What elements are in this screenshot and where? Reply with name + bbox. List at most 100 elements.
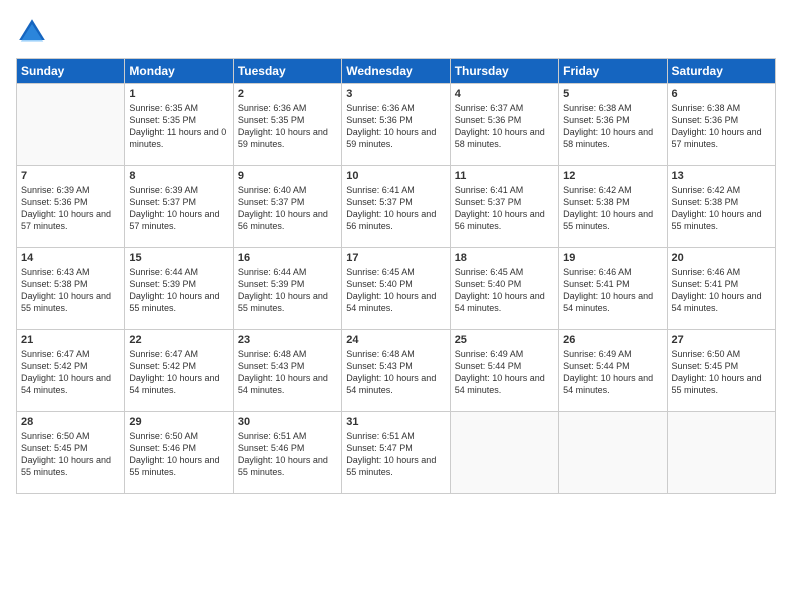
day-number: 7 [21,170,120,182]
day-info: Sunrise: 6:48 AMSunset: 5:43 PMDaylight:… [346,348,445,397]
calendar-cell: 14Sunrise: 6:43 AMSunset: 5:38 PMDayligh… [17,248,125,330]
calendar-cell: 22Sunrise: 6:47 AMSunset: 5:42 PMDayligh… [125,330,233,412]
calendar-cell: 9 Sunrise: 6:40 AMSunset: 5:37 PMDaylight… [233,166,341,248]
day-info: Sunrise: 6:39 AMSunset: 5:37 PMDaylight:… [129,184,228,233]
day-info: Sunrise: 6:41 AMSunset: 5:37 PMDaylight:… [455,184,554,233]
calendar-cell [17,84,125,166]
calendar-cell: 7 Sunrise: 6:39 AMSunset: 5:36 PMDaylight… [17,166,125,248]
day-number: 21 [21,334,120,346]
calendar-cell: 8 Sunrise: 6:39 AMSunset: 5:37 PMDaylight… [125,166,233,248]
calendar-table: SundayMondayTuesdayWednesdayThursdayFrid… [16,58,776,494]
day-number: 5 [563,88,662,100]
day-number: 17 [346,252,445,264]
calendar-week-row: 21 Sunrise: 6:47 AMSunset: 5:42 PMDayligh… [17,330,776,412]
calendar-week-row: 1Sunrise: 6:35 AMSunset: 5:35 PMDaylight… [17,84,776,166]
day-info: Sunrise: 6:51 AMSunset: 5:47 PMDaylight:… [346,430,445,479]
calendar-cell [667,412,775,494]
day-number: 4 [455,88,554,100]
calendar-cell [559,412,667,494]
day-info: Sunrise: 6:50 AMSunset: 5:46 PMDaylight:… [129,430,228,479]
calendar-week-row: 14Sunrise: 6:43 AMSunset: 5:38 PMDayligh… [17,248,776,330]
day-number: 11 [455,170,554,182]
day-info: Sunrise: 6:45 AMSunset: 5:40 PMDaylight:… [455,266,554,315]
day-number: 13 [672,170,771,182]
weekday-header: Thursday [450,59,558,84]
day-number: 8 [129,170,228,182]
day-info: Sunrise: 6:46 AMSunset: 5:41 PMDaylight:… [672,266,771,315]
day-info: Sunrise: 6:48 AMSunset: 5:43 PMDaylight:… [238,348,337,397]
day-info: Sunrise: 6:51 AMSunset: 5:46 PMDaylight:… [238,430,337,479]
day-info: Sunrise: 6:40 AMSunset: 5:37 PMDaylight:… [238,184,337,233]
day-info: Sunrise: 6:39 AMSunset: 5:36 PMDaylight:… [21,184,120,233]
day-info: Sunrise: 6:38 AMSunset: 5:36 PMDaylight:… [672,102,771,151]
calendar-cell: 10 Sunrise: 6:41 AMSunset: 5:37 PMDayligh… [342,166,450,248]
calendar-cell: 17 Sunrise: 6:45 AMSunset: 5:40 PMDayligh… [342,248,450,330]
day-number: 18 [455,252,554,264]
day-number: 3 [346,88,445,100]
calendar-cell: 20 Sunrise: 6:46 AMSunset: 5:41 PMDayligh… [667,248,775,330]
day-number: 15 [129,252,228,264]
day-info: Sunrise: 6:44 AMSunset: 5:39 PMDaylight:… [238,266,337,315]
weekday-header: Saturday [667,59,775,84]
calendar-cell: 11 Sunrise: 6:41 AMSunset: 5:37 PMDayligh… [450,166,558,248]
calendar-cell: 26Sunrise: 6:49 AMSunset: 5:44 PMDayligh… [559,330,667,412]
day-info: Sunrise: 6:37 AMSunset: 5:36 PMDaylight:… [455,102,554,151]
day-info: Sunrise: 6:47 AMSunset: 5:42 PMDaylight:… [21,348,120,397]
day-info: Sunrise: 6:50 AMSunset: 5:45 PMDaylight:… [672,348,771,397]
day-number: 16 [238,252,337,264]
calendar-cell: 24 Sunrise: 6:48 AMSunset: 5:43 PMDayligh… [342,330,450,412]
day-info: Sunrise: 6:45 AMSunset: 5:40 PMDaylight:… [346,266,445,315]
calendar-cell: 18 Sunrise: 6:45 AMSunset: 5:40 PMDayligh… [450,248,558,330]
day-number: 9 [238,170,337,182]
weekday-header: Friday [559,59,667,84]
day-info: Sunrise: 6:42 AMSunset: 5:38 PMDaylight:… [563,184,662,233]
day-number: 6 [672,88,771,100]
calendar-cell: 6 Sunrise: 6:38 AMSunset: 5:36 PMDaylight… [667,84,775,166]
calendar-cell: 2 Sunrise: 6:36 AMSunset: 5:35 PMDaylight… [233,84,341,166]
calendar-cell: 30Sunrise: 6:51 AMSunset: 5:46 PMDayligh… [233,412,341,494]
calendar-cell: 27 Sunrise: 6:50 AMSunset: 5:45 PMDayligh… [667,330,775,412]
logo-icon [16,16,48,48]
day-info: Sunrise: 6:41 AMSunset: 5:37 PMDaylight:… [346,184,445,233]
day-info: Sunrise: 6:42 AMSunset: 5:38 PMDaylight:… [672,184,771,233]
day-number: 19 [563,252,662,264]
calendar-cell [450,412,558,494]
calendar-cell: 21 Sunrise: 6:47 AMSunset: 5:42 PMDayligh… [17,330,125,412]
calendar-cell: 12 Sunrise: 6:42 AMSunset: 5:38 PMDayligh… [559,166,667,248]
day-number: 2 [238,88,337,100]
day-number: 23 [238,334,337,346]
day-info: Sunrise: 6:49 AMSunset: 5:44 PMDaylight:… [563,348,662,397]
day-number: 24 [346,334,445,346]
calendar-cell: 1Sunrise: 6:35 AMSunset: 5:35 PMDaylight… [125,84,233,166]
weekday-header: Wednesday [342,59,450,84]
day-info: Sunrise: 6:49 AMSunset: 5:44 PMDaylight:… [455,348,554,397]
logo [16,16,52,48]
calendar-week-row: 7 Sunrise: 6:39 AMSunset: 5:36 PMDaylight… [17,166,776,248]
calendar-cell: 16 Sunrise: 6:44 AMSunset: 5:39 PMDayligh… [233,248,341,330]
day-number: 14 [21,252,120,264]
day-number: 1 [129,88,228,100]
calendar-cell: 3 Sunrise: 6:36 AMSunset: 5:36 PMDaylight… [342,84,450,166]
day-number: 25 [455,334,554,346]
calendar-header-row: SundayMondayTuesdayWednesdayThursdayFrid… [17,59,776,84]
calendar-cell: 31 Sunrise: 6:51 AMSunset: 5:47 PMDayligh… [342,412,450,494]
day-number: 31 [346,416,445,428]
day-info: Sunrise: 6:46 AMSunset: 5:41 PMDaylight:… [563,266,662,315]
day-info: Sunrise: 6:36 AMSunset: 5:36 PMDaylight:… [346,102,445,151]
day-info: Sunrise: 6:50 AMSunset: 5:45 PMDaylight:… [21,430,120,479]
page-header [16,16,776,48]
day-number: 20 [672,252,771,264]
day-number: 12 [563,170,662,182]
weekday-header: Tuesday [233,59,341,84]
calendar-week-row: 28 Sunrise: 6:50 AMSunset: 5:45 PMDayligh… [17,412,776,494]
calendar-cell: 29Sunrise: 6:50 AMSunset: 5:46 PMDayligh… [125,412,233,494]
day-number: 10 [346,170,445,182]
day-info: Sunrise: 6:44 AMSunset: 5:39 PMDaylight:… [129,266,228,315]
day-number: 22 [129,334,228,346]
calendar-cell: 4 Sunrise: 6:37 AMSunset: 5:36 PMDaylight… [450,84,558,166]
calendar-cell: 23 Sunrise: 6:48 AMSunset: 5:43 PMDayligh… [233,330,341,412]
page-container: SundayMondayTuesdayWednesdayThursdayFrid… [0,0,792,612]
day-number: 27 [672,334,771,346]
day-number: 28 [21,416,120,428]
day-info: Sunrise: 6:36 AMSunset: 5:35 PMDaylight:… [238,102,337,151]
